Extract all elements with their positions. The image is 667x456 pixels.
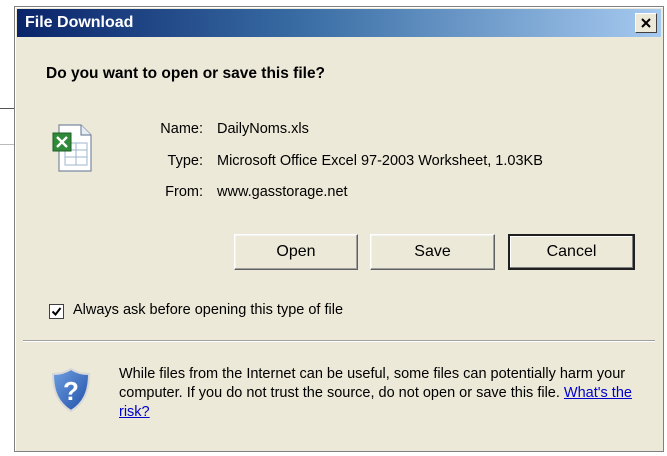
cancel-button[interactable]: Cancel <box>508 234 635 270</box>
title-bar[interactable]: File Download <box>17 9 661 37</box>
always-ask-checkbox[interactable] <box>49 304 64 319</box>
file-type-value: Microsoft Office Excel 97-2003 Worksheet… <box>217 153 543 169</box>
name-label: Name: <box>160 121 203 137</box>
type-label: Type: <box>167 153 203 169</box>
close-icon <box>641 18 651 28</box>
file-download-dialog: File Download Do you want to open or sav… <box>14 6 664 452</box>
excel-file-icon <box>52 124 92 172</box>
save-button[interactable]: Save <box>370 234 495 270</box>
warning-text: While files from the Internet can be use… <box>119 366 626 401</box>
close-button[interactable] <box>635 13 657 33</box>
dialog-title: File Download <box>25 14 134 31</box>
open-button[interactable]: Open <box>234 234 358 270</box>
security-warning: While files from the Internet can be use… <box>119 365 649 422</box>
checkmark-icon <box>51 307 62 317</box>
svg-text:?: ? <box>63 376 79 406</box>
dialog-question: Do you want to open or save this file? <box>46 65 326 82</box>
always-ask-label[interactable]: Always ask before opening this type of f… <box>73 302 343 318</box>
from-label: From: <box>165 184 203 200</box>
file-source-value: www.gasstorage.net <box>217 184 348 200</box>
file-name-value: DailyNoms.xls <box>217 121 309 137</box>
shield-question-icon: ? <box>51 367 91 413</box>
divider-highlight <box>23 341 655 342</box>
